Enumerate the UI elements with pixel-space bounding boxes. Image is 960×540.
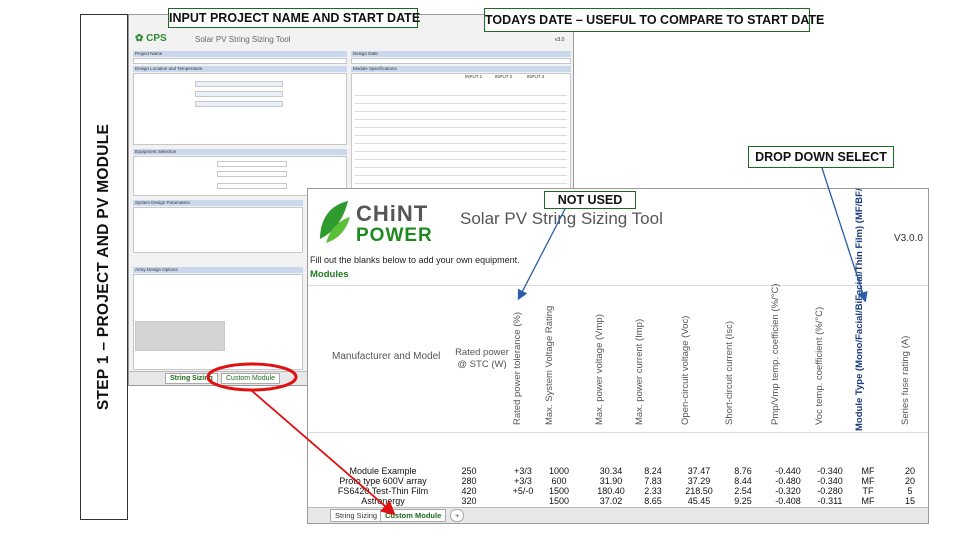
bg-temp-input[interactable] <box>195 91 283 97</box>
column-header-rotated-7: Voc temp. coefficient (%/°C) <box>814 306 825 425</box>
bg-temp-input-2[interactable] <box>195 101 283 107</box>
chint-logo: CHiNT POWER <box>316 195 452 251</box>
instruction-text: Fill out the blanks below to add your ow… <box>310 255 520 265</box>
column-header-rotated-1: Max. System Voltage Rating <box>544 305 555 425</box>
bg-row-line <box>355 175 567 176</box>
bg-row-line <box>355 127 567 128</box>
bg-row-line <box>355 103 567 104</box>
column-header-manufacturer: Manufacturer and Model <box>332 351 441 362</box>
column-header-rotated-5: Short-circuit current (Isc) <box>724 321 735 425</box>
bg-design-date-field[interactable] <box>351 58 571 64</box>
section-modules-label: Modules <box>310 269 349 280</box>
bg-module-col-3: INPUT 3 <box>527 74 545 79</box>
logo-power: POWER <box>356 225 433 246</box>
bg-equipment-dropdown-1[interactable] <box>217 161 287 167</box>
bg-row-line <box>355 143 567 144</box>
leaf-icon <box>320 201 350 243</box>
custom-module-sheet: CHiNT POWER Solar PV String Sizing Tool … <box>307 188 929 524</box>
bg-module-col-2: INPUT 2 <box>495 74 513 79</box>
bg-section-equipment: Equipment Selection <box>133 149 347 155</box>
bg-location-input[interactable] <box>195 81 283 87</box>
callout-not-used: NOT USED <box>544 191 636 209</box>
bg-section-system-design: System Design Parameters <box>133 200 303 206</box>
bg-project-name-field[interactable] <box>133 58 347 64</box>
cps-logo: ✿ CPS <box>135 33 167 44</box>
tool-title: Solar PV String Sizing Tool <box>460 209 663 228</box>
column-header-rotated-9: Series fuse rating (A) <box>900 335 911 425</box>
callout-project-name: INPUT PROJECT NAME AND START DATE <box>168 8 420 28</box>
bg-tab-string-sizing[interactable]: String Sizing <box>165 373 218 384</box>
bg-section-project-name: Project Name <box>133 51 347 57</box>
step-title: STEP 1 – PROJECT AND PV MODULE <box>95 123 112 411</box>
bg-section-module-specs: Module Specifications <box>351 66 571 72</box>
column-header-rotated-4: Open-circuit voltage (Voc) <box>680 315 691 425</box>
bg-equipment-dropdown-3[interactable] <box>217 183 287 189</box>
fg-tab-add-button[interactable]: + <box>450 509 465 522</box>
bg-row-line <box>355 159 567 160</box>
bg-section-location: Design Location and Temperature <box>133 66 347 72</box>
logo-chint: CHiNT <box>356 201 429 226</box>
bg-module-col-1: INPUT 1 <box>465 74 483 79</box>
bg-version: v3.0 <box>555 37 565 43</box>
bg-module-specs-box <box>351 73 571 191</box>
bg-section-design-date: Design Date <box>351 51 571 57</box>
callout-drop-down: DROP DOWN SELECT <box>748 146 894 168</box>
bg-row-line <box>355 167 567 168</box>
bg-equipment-dropdown-2[interactable] <box>217 171 287 177</box>
column-header-rotated-2: Max. power voltage (Vmp) <box>594 314 605 425</box>
column-header-rated-power: Rated power @ STC (W) <box>455 347 509 370</box>
callout-todays-date: TODAYS DATE – USEFUL TO COMPARE TO START… <box>484 8 824 32</box>
bg-tab-custom-module[interactable]: Custom Module <box>221 373 281 384</box>
fg-tab-custom-module[interactable]: Custom Module <box>380 509 447 522</box>
bg-row-line <box>355 183 567 184</box>
column-header-rotated-0: Rated power tolerance (%) <box>512 312 523 425</box>
column-header-rotated-6: Pmp/Vmp temp. coefficien (%/°C) <box>770 283 781 425</box>
bg-row-line <box>355 151 567 152</box>
bg-row-line <box>355 111 567 112</box>
bg-array-shaded-rows <box>135 321 225 351</box>
bg-row-line <box>355 135 567 136</box>
bg-row-line <box>355 95 567 96</box>
step-title-panel: STEP 1 – PROJECT AND PV MODULE <box>80 14 128 520</box>
bg-section-array-design: Array Design Options <box>133 267 303 273</box>
column-header-rotated-3: Max. power current (Imp) <box>634 318 645 425</box>
fg-tab-string-sizing[interactable]: String Sizing <box>330 509 383 522</box>
bg-app-title: Solar PV String Sizing Tool <box>195 35 291 44</box>
column-header-rotated-8: Module Type (Mono/Facial/BiFacial/Thin F… <box>854 188 865 431</box>
bg-system-design-box <box>133 207 303 253</box>
version-label: V3.0.0 <box>894 233 923 244</box>
bg-row-line <box>355 119 567 120</box>
